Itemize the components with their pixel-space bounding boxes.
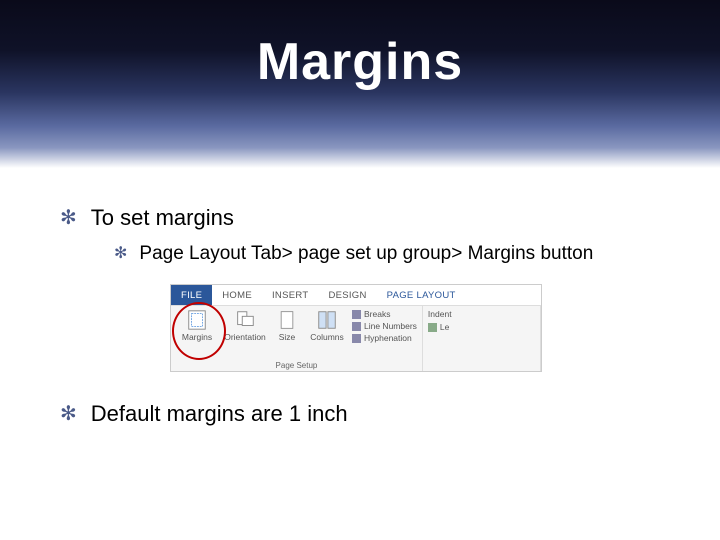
slide-title: Margins [0, 32, 720, 92]
page-setup-small-buttons: Breaks Line Numbers Hyphenation [352, 309, 417, 343]
orientation-icon [234, 309, 256, 331]
hyphenation-label: Hyphenation [364, 333, 412, 343]
hyphenation-icon [352, 334, 361, 343]
group-label-page-setup: Page Setup [176, 361, 417, 370]
tab-file: FILE [171, 285, 212, 305]
bullet-text: To set margins [91, 204, 234, 232]
bullet-mark-icon: ✻ [60, 204, 77, 232]
tab-design: DESIGN [318, 290, 376, 301]
line-numbers-icon [352, 322, 361, 331]
columns-label: Columns [310, 333, 344, 342]
line-numbers-label: Line Numbers [364, 321, 417, 331]
columns-button: Columns [308, 309, 346, 343]
bullet-text: Page Layout Tab> page set up group> Marg… [139, 242, 593, 266]
orientation-button: Orientation [224, 309, 266, 343]
group-page-setup: Margins Orientation Size [171, 306, 423, 371]
margins-icon [186, 309, 208, 331]
bullet-level1: ✻ To set margins [60, 204, 660, 232]
bullet-mark-icon: ✻ [114, 242, 127, 266]
slide-header: Margins [0, 0, 720, 168]
tab-insert: INSERT [262, 290, 318, 301]
ribbon-groups: Margins Orientation Size [171, 305, 541, 371]
ribbon-tabs: FILE HOME INSERT DESIGN PAGE LAYOUT [171, 285, 541, 305]
slide-body: ✻ To set margins ✻ Page Layout Tab> page… [0, 168, 720, 428]
bullet-level2: ✻ Page Layout Tab> page set up group> Ma… [114, 242, 660, 266]
bullet-level1: ✻ Default margins are 1 inch [60, 400, 660, 428]
ribbon-screenshot: FILE HOME INSERT DESIGN PAGE LAYOUT Marg… [170, 284, 542, 372]
word-ribbon: FILE HOME INSERT DESIGN PAGE LAYOUT Marg… [170, 284, 542, 372]
bullet-text: Default margins are 1 inch [91, 400, 348, 428]
group-paragraph: Indent Le [423, 306, 541, 371]
tab-page-layout: PAGE LAYOUT [377, 290, 466, 301]
bullet-mark-icon: ✻ [60, 400, 77, 428]
size-label: Size [279, 333, 296, 342]
margins-button: Margins [176, 309, 218, 343]
breaks-icon [352, 310, 361, 319]
size-icon [276, 309, 298, 331]
indent-left-label: Le [440, 322, 449, 332]
indent-left-icon [428, 323, 437, 332]
indent-label: Indent [428, 309, 535, 319]
orientation-label: Orientation [224, 333, 266, 342]
margins-label: Margins [182, 333, 212, 342]
size-button: Size [272, 309, 302, 343]
tab-home: HOME [212, 290, 262, 301]
breaks-label: Breaks [364, 309, 390, 319]
columns-icon [316, 309, 338, 331]
